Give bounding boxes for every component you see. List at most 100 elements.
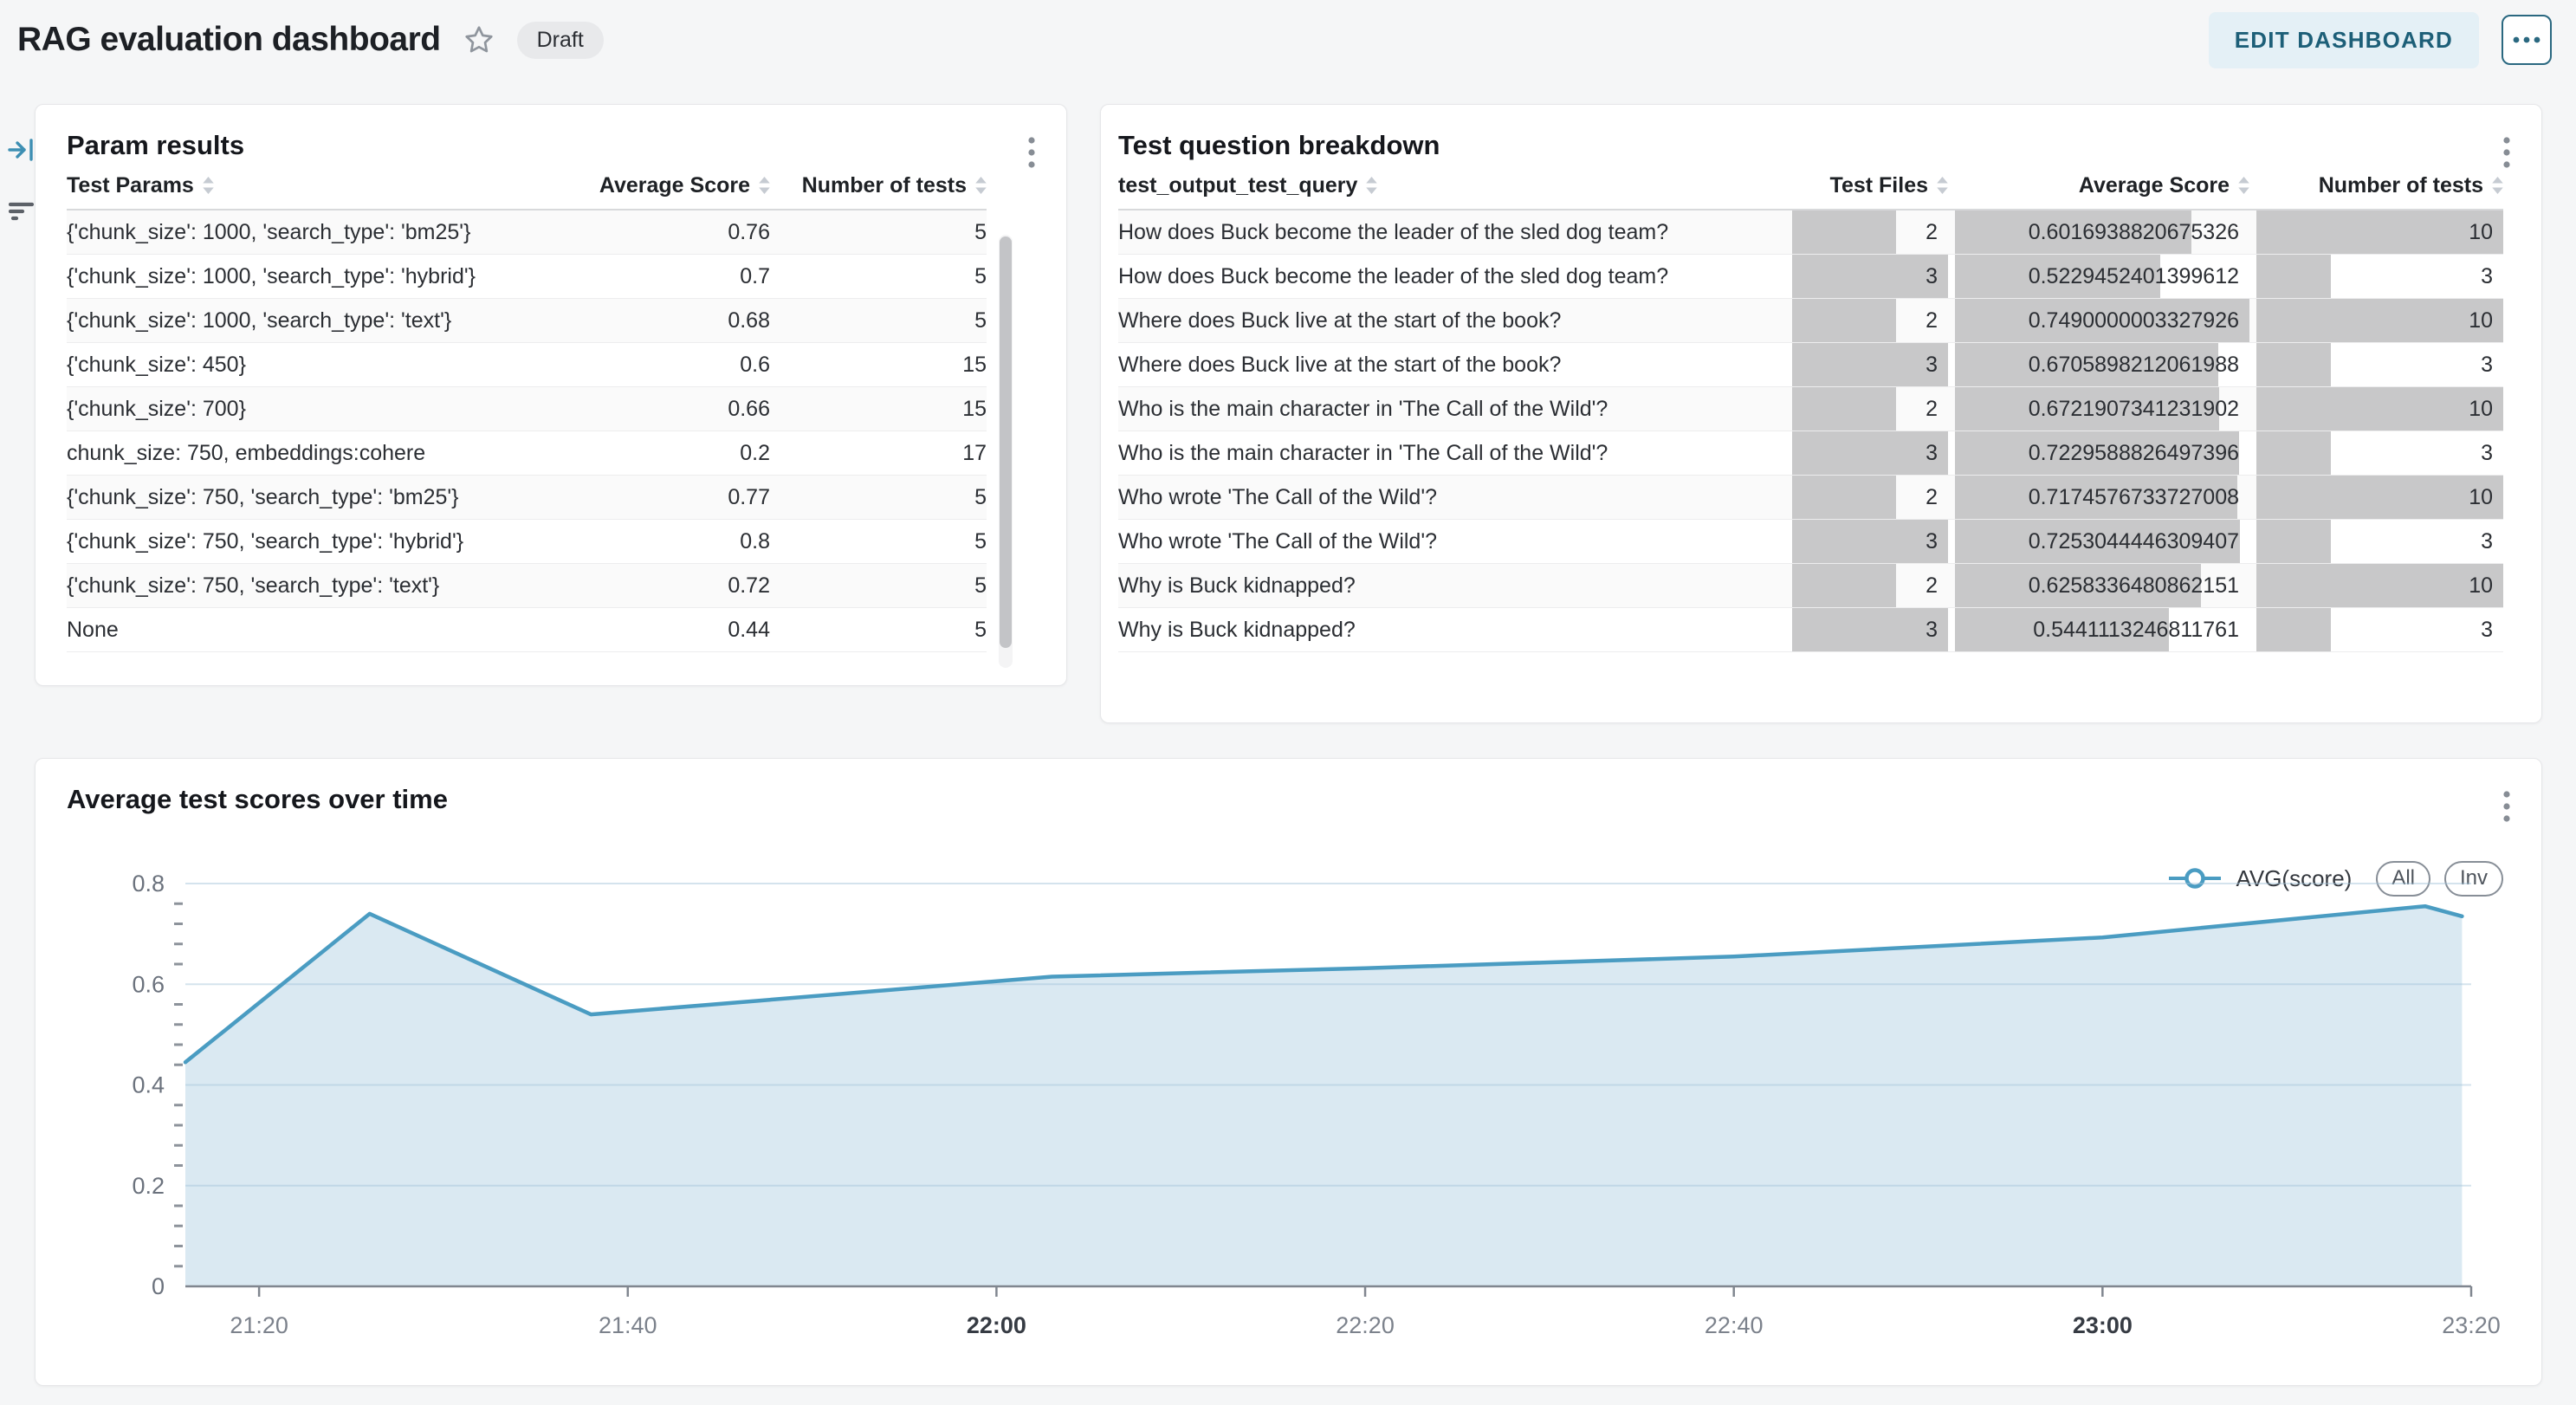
- table-row[interactable]: {'chunk_size': 1000, 'search_type': 'bm2…: [67, 210, 987, 255]
- average-score-cell: 0.8: [553, 520, 770, 563]
- favorite-star-icon[interactable]: [463, 24, 495, 55]
- number-of-tests-cell: 5: [770, 564, 987, 607]
- test-files-cell-value: 2: [1926, 573, 1948, 599]
- table-row[interactable]: {'chunk_size': 1000, 'search_type': 'hyb…: [67, 255, 987, 299]
- page-title: RAG evaluation dashboard: [17, 21, 441, 59]
- average-score-cell-value: 0.7229588826497396: [2029, 441, 2249, 466]
- data-bar: [1792, 343, 1948, 386]
- table-row[interactable]: {'chunk_size': 1000, 'search_type': 'tex…: [67, 299, 987, 343]
- y-tick-label: 0.8: [132, 871, 165, 897]
- test-params-cell: {'chunk_size': 700}: [67, 387, 553, 431]
- table-row[interactable]: {'chunk_size': 750, 'search_type': 'text…: [67, 564, 987, 608]
- data-bar: [2256, 387, 2503, 431]
- x-tick-label: 21:20: [230, 1312, 288, 1338]
- table-row[interactable]: How does Buck become the leader of the s…: [1118, 255, 2503, 299]
- average-score-cell: 0.7229588826497396: [1955, 431, 2249, 475]
- table-row[interactable]: How does Buck become the leader of the s…: [1118, 210, 2503, 255]
- test-params-cell: None: [67, 608, 553, 651]
- number-of-tests-cell-value: 3: [2481, 353, 2503, 378]
- number-of-tests-cell: 3: [2256, 608, 2503, 651]
- table-row[interactable]: {'chunk_size': 750, 'search_type': 'bm25…: [67, 476, 987, 520]
- data-bar: [1792, 476, 1896, 519]
- panel-menu-icon[interactable]: [1023, 131, 1040, 176]
- average-score-cell-value: 0.5441113246811761: [2033, 618, 2249, 643]
- average-score-cell: 0.6016938820675326: [1955, 210, 2249, 254]
- table-row[interactable]: Why is Buck kidnapped? 3 0.544111324681176…: [1118, 608, 2503, 652]
- sort-icon: [1366, 177, 1377, 194]
- number-of-tests-cell-value: 3: [2481, 618, 2503, 643]
- column-header-number-of-tests[interactable]: Number of tests: [770, 173, 987, 198]
- table-row[interactable]: Who is the main character in 'The Call o…: [1118, 431, 2503, 476]
- number-of-tests-cell: 3: [2256, 343, 2503, 386]
- number-of-tests-cell: 5: [770, 608, 987, 651]
- test-query-cell: Who is the main character in 'The Call o…: [1118, 387, 1785, 431]
- test-files-cell: 2: [1792, 299, 1948, 342]
- data-bar: [2256, 255, 2331, 298]
- status-badge: Draft: [517, 22, 604, 59]
- scrollbar-thumb[interactable]: [1000, 236, 1012, 648]
- table-row[interactable]: {'chunk_size': 700}0.6615: [67, 387, 987, 431]
- column-label: Average Score: [599, 173, 750, 198]
- average-score-cell: 0.6258336480862151: [1955, 564, 2249, 607]
- average-score-cell: 0.76: [553, 210, 770, 254]
- table-row[interactable]: {'chunk_size': 750, 'search_type': 'hybr…: [67, 520, 987, 564]
- average-score-cell: 0.6721907341231902: [1955, 387, 2249, 431]
- data-bar: [1792, 564, 1896, 607]
- number-of-tests-cell: 5: [770, 255, 987, 298]
- panel-menu-icon[interactable]: [2498, 785, 2515, 830]
- x-tick-label: 23:00: [2073, 1312, 2133, 1338]
- y-tick-label: 0.4: [132, 1072, 165, 1098]
- more-options-button[interactable]: [2502, 15, 2552, 65]
- test-files-cell: 2: [1792, 476, 1948, 519]
- table-row[interactable]: Why is Buck kidnapped?20.625833648086215…: [1118, 564, 2503, 608]
- average-score-cell-value: 0.7174576733727008: [2029, 485, 2249, 510]
- filter-icon[interactable]: [7, 202, 36, 225]
- x-tick-label: 22:00: [967, 1312, 1026, 1338]
- test-params-cell: {'chunk_size': 750, 'search_type': 'text…: [67, 564, 553, 607]
- column-header-number-of-tests[interactable]: Number of tests: [2256, 173, 2503, 198]
- table-row[interactable]: Where does Buck live at the start of the…: [1118, 299, 2503, 343]
- question-breakdown-table: test_output_test_query Test Files Averag…: [1118, 162, 2503, 652]
- test-query-cell: Why is Buck kidnapped?: [1118, 608, 1785, 651]
- number-of-tests-cell-value: 10: [2469, 485, 2503, 510]
- column-header-average-score[interactable]: Average Score: [553, 173, 770, 198]
- data-bar: [1792, 387, 1896, 431]
- test-files-cell-value: 3: [1926, 529, 1948, 554]
- table-row[interactable]: chunk_size: 750, embeddings:cohere0.217: [67, 431, 987, 476]
- question-breakdown-panel: Test question breakdown test_output_test…: [1100, 104, 2542, 723]
- test-files-cell-value: 2: [1926, 397, 1948, 422]
- average-score-cell-value: 0.7253044446309407: [2029, 529, 2249, 554]
- table-row[interactable]: Who wrote 'The Call of the Wild'?20.7174…: [1118, 476, 2503, 520]
- average-score-cell: 0.6: [553, 343, 770, 386]
- table-row[interactable]: Who is the main character in 'The Call o…: [1118, 387, 2503, 431]
- test-files-cell: 3: [1792, 255, 1948, 298]
- table-row[interactable]: None0.445: [67, 608, 987, 652]
- average-score-cell: 0.7: [553, 255, 770, 298]
- collapse-panel-icon[interactable]: [7, 135, 36, 167]
- column-label: Test Files: [1830, 173, 1928, 198]
- average-score-cell-value: 0.6721907341231902: [2029, 397, 2249, 422]
- data-bar: [1792, 255, 1948, 298]
- number-of-tests-cell-value: 3: [2481, 264, 2503, 289]
- scores-area-chart[interactable]: 00.20.40.60.821:2021:4022:0022:2022:4023…: [65, 871, 2539, 1374]
- test-files-cell-value: 2: [1926, 308, 1948, 333]
- page-header: RAG evaluation dashboard Draft EDIT DASH…: [0, 0, 2576, 80]
- number-of-tests-cell: 15: [770, 387, 987, 431]
- panel-header: Param results: [36, 105, 1066, 162]
- table-row[interactable]: Who wrote 'The Call of the Wild'?30.7253…: [1118, 520, 2503, 564]
- table-scrollbar: [999, 235, 1013, 668]
- table-row[interactable]: Where does Buck live at the start of the…: [1118, 343, 2503, 387]
- test-files-cell-value: 2: [1926, 485, 1948, 510]
- column-label: Average Score: [2079, 173, 2230, 198]
- number-of-tests-cell-value: 3: [2481, 529, 2503, 554]
- column-header-test-query[interactable]: test_output_test_query: [1118, 173, 1785, 198]
- edit-dashboard-button[interactable]: EDIT DASHBOARD: [2209, 12, 2479, 68]
- ellipsis-icon: [2513, 36, 2540, 43]
- column-header-test-params[interactable]: Test Params: [67, 173, 553, 198]
- table-row[interactable]: {'chunk_size': 450}0.615: [67, 343, 987, 387]
- column-header-average-score[interactable]: Average Score: [1955, 173, 2249, 198]
- average-score-cell: 0.77: [553, 476, 770, 519]
- column-label: Number of tests: [802, 173, 967, 198]
- test-files-cell-value: 3: [1926, 618, 1948, 643]
- column-header-test-files[interactable]: Test Files: [1792, 173, 1948, 198]
